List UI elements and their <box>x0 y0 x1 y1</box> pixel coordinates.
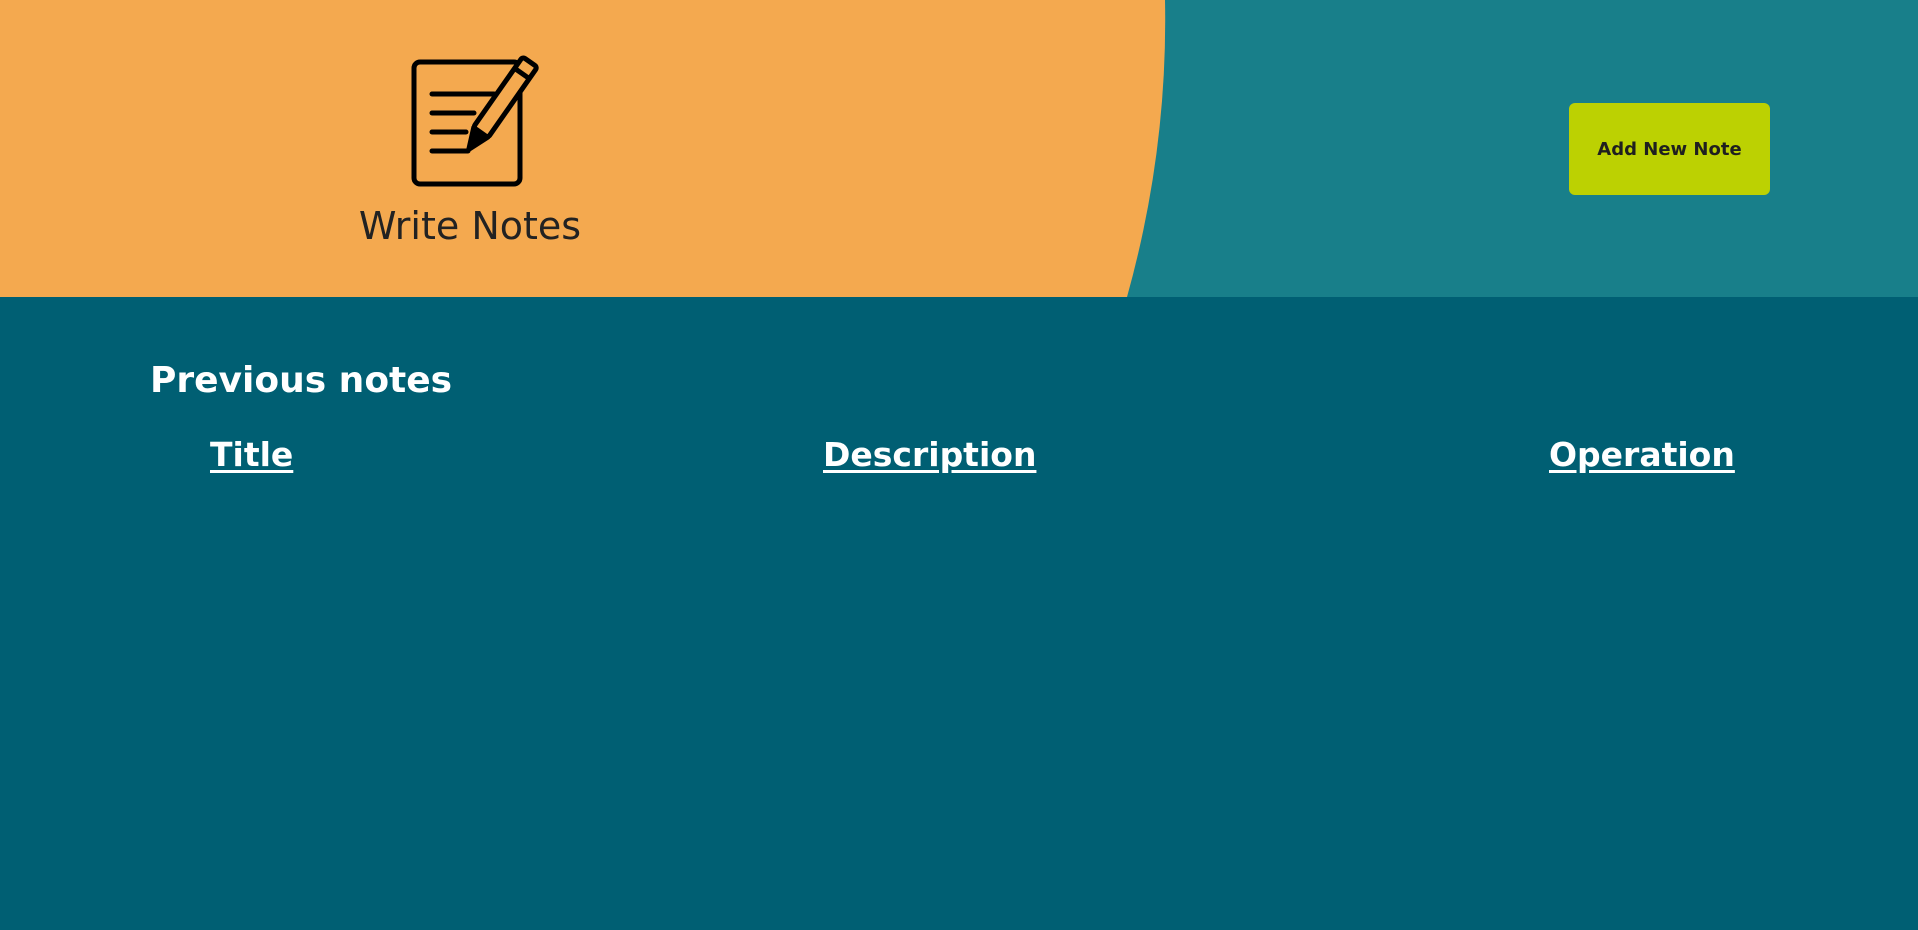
header: Write Notes Add New Note <box>0 0 1918 297</box>
column-header-description[interactable]: Description <box>823 435 1036 474</box>
section-title: Previous notes <box>150 360 453 401</box>
app-title: Write Notes <box>358 204 582 248</box>
note-with-pencil-icon <box>411 55 539 187</box>
add-new-note-button[interactable]: Add New Note <box>1569 103 1770 195</box>
brand: Write Notes <box>300 48 640 248</box>
column-header-title[interactable]: Title <box>210 435 293 474</box>
column-header-operation[interactable]: Operation <box>1549 435 1735 474</box>
